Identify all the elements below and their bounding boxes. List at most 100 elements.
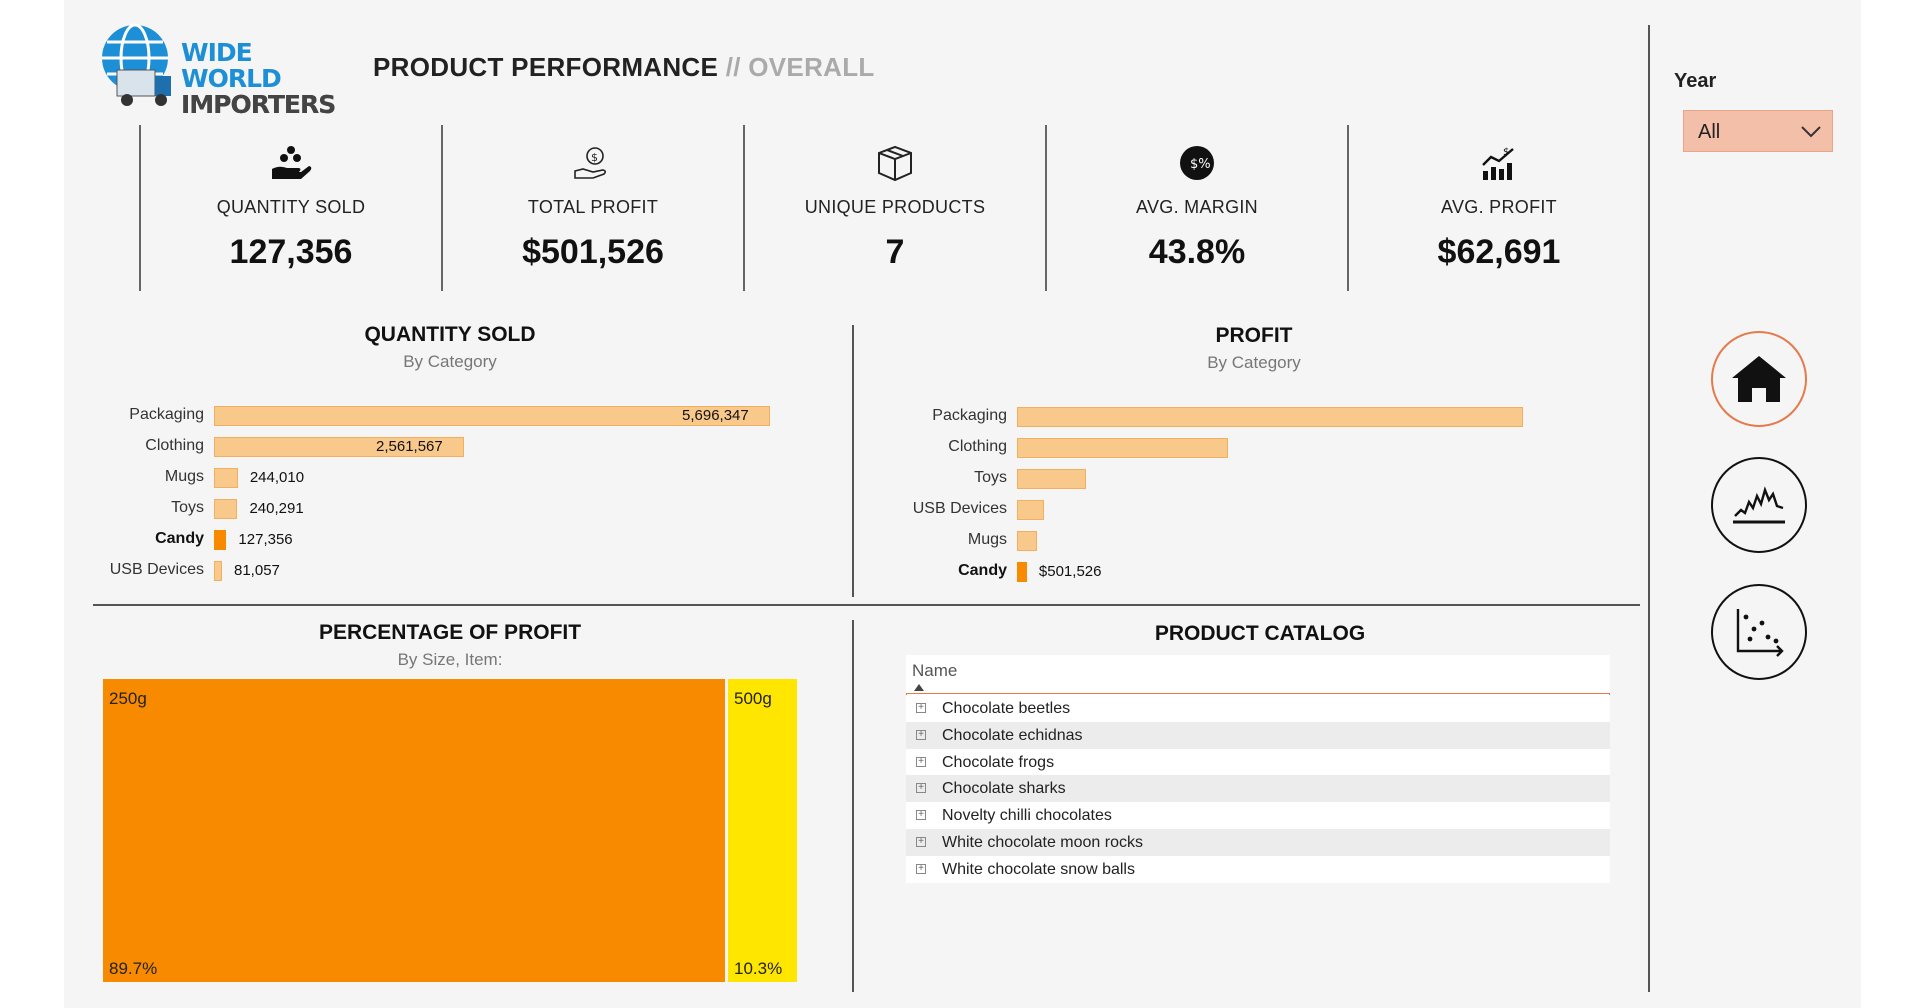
bar-value-label: 127,356 bbox=[238, 531, 293, 548]
bar-category-label: USB Devices bbox=[109, 561, 204, 578]
bar-value-label: 244,010 bbox=[249, 469, 305, 486]
kpi-avg-margin: $% AVG. MARGIN 43.8% bbox=[1047, 125, 1347, 291]
bar-category-label: Packaging bbox=[129, 406, 204, 423]
treemap-cell-value: 89.7% bbox=[109, 959, 158, 978]
dollar-hand-icon: $ bbox=[574, 147, 607, 179]
hand-coins-icon bbox=[272, 146, 312, 179]
table-row[interactable]: + White chocolate moon rocks bbox=[906, 829, 1610, 856]
bar bbox=[214, 468, 238, 488]
bar-value-label: $501,526 bbox=[1038, 563, 1102, 580]
quantity-chart-title: QUANTITY SOLD bbox=[364, 323, 536, 346]
page-title: PRODUCT PERFORMANCE // OVERALL bbox=[373, 52, 875, 83]
kpi-label: AVG. PROFIT bbox=[1441, 197, 1557, 217]
bar-category-label: Clothing bbox=[145, 437, 204, 454]
kpi-value: 43.8% bbox=[1148, 233, 1246, 271]
row-name: Chocolate frogs bbox=[942, 753, 1055, 771]
kpi-value: 127,356 bbox=[229, 233, 353, 271]
bar bbox=[1017, 438, 1229, 458]
kpi-value: 7 bbox=[885, 233, 905, 271]
divider-horizontal bbox=[93, 604, 1640, 606]
row-name: Chocolate sharks bbox=[942, 780, 1066, 798]
expand-icon[interactable]: + bbox=[916, 756, 926, 767]
svg-text:$: $ bbox=[591, 151, 598, 164]
treemap-cell-name: 500g bbox=[734, 689, 772, 708]
sort-ascending-icon[interactable] bbox=[914, 684, 924, 691]
svg-text:$%: $% bbox=[1190, 157, 1211, 172]
table-row[interactable]: + Chocolate frogs bbox=[906, 748, 1610, 776]
kpi-value: $62,691 bbox=[1437, 233, 1561, 271]
bar-value-label: 5,696,347 bbox=[682, 407, 749, 424]
bar bbox=[1017, 469, 1087, 489]
column-header-name[interactable]: Name bbox=[912, 661, 957, 681]
expand-icon[interactable]: + bbox=[916, 783, 926, 794]
profit-chart-title: PROFIT bbox=[1215, 324, 1293, 347]
bar-category-label: Mugs bbox=[164, 468, 204, 485]
bar-category-label: Mugs bbox=[967, 531, 1007, 548]
year-dropdown[interactable]: All bbox=[1683, 110, 1833, 152]
kpi-label: AVG. MARGIN bbox=[1136, 197, 1258, 217]
table-row[interactable]: + White chocolate snow balls bbox=[906, 855, 1610, 883]
treemap-cell: 250g 89.7% bbox=[103, 679, 725, 982]
expand-icon[interactable]: + bbox=[916, 837, 926, 847]
row-name: Novelty chilli chocolates bbox=[942, 807, 1112, 825]
kpi-unique-products: UNIQUE PRODUCTS 7 bbox=[745, 125, 1045, 291]
bar bbox=[1017, 531, 1037, 551]
kpi-label: QUANTITY SOLD bbox=[216, 197, 366, 217]
quantity-chart-subtitle: By Category bbox=[403, 352, 497, 371]
bar bbox=[1017, 407, 1523, 427]
bar-value-label: 2,561,567 bbox=[376, 438, 443, 455]
catalog-title: PRODUCT CATALOG bbox=[1154, 622, 1366, 645]
kpi-total-profit: $ TOTAL PROFIT $501,526 bbox=[443, 125, 743, 291]
table-row[interactable]: + Chocolate beetles bbox=[906, 695, 1610, 722]
profit-chart-subtitle: By Category bbox=[1207, 353, 1301, 372]
kpi-quantity-sold: QUANTITY SOLD 127,356 bbox=[141, 125, 441, 291]
expand-icon[interactable]: + bbox=[916, 703, 926, 713]
table-row[interactable]: + Chocolate sharks bbox=[906, 775, 1610, 803]
treemap-cell-name: 250g bbox=[109, 689, 147, 708]
nav-scatter-button[interactable] bbox=[1711, 584, 1807, 680]
bar bbox=[214, 561, 222, 581]
bar-value-label: 240,291 bbox=[249, 500, 304, 517]
box-icon bbox=[878, 145, 912, 182]
profit-chart-icon: $ bbox=[1482, 147, 1514, 180]
table-row[interactable]: + Novelty chilli chocolates bbox=[906, 802, 1610, 830]
treemap-subtitle: By Size, Item: bbox=[397, 650, 503, 669]
expand-icon[interactable]: + bbox=[916, 810, 926, 821]
table-row[interactable]: + Chocolate echidnas bbox=[906, 721, 1610, 749]
logo-line2: IMPORTERS bbox=[181, 90, 336, 119]
nav-trend-button[interactable] bbox=[1711, 457, 1807, 553]
bar-value-label: 81,057 bbox=[234, 562, 280, 579]
bar-category-label: Toys bbox=[974, 469, 1007, 486]
margin-icon: $% bbox=[1180, 146, 1214, 180]
divider-vertical bbox=[852, 620, 854, 992]
bar bbox=[214, 499, 238, 519]
kpi-label: UNIQUE PRODUCTS bbox=[804, 197, 986, 217]
kpi-avg-profit: $ AVG. PROFIT $62,691 bbox=[1349, 125, 1649, 291]
bar-category-label: Packaging bbox=[932, 407, 1007, 424]
kpi-label: TOTAL PROFIT bbox=[527, 197, 659, 217]
row-name: White chocolate moon rocks bbox=[942, 834, 1143, 851]
page-title-main: PRODUCT PERFORMANCE bbox=[373, 52, 719, 82]
divider-right-panel bbox=[1648, 25, 1650, 992]
page-title-suffix: // OVERALL bbox=[725, 52, 875, 82]
logo-line1: WIDE WORLD bbox=[181, 38, 282, 93]
bar-category-label: Clothing bbox=[948, 438, 1007, 455]
treemap-cell-value: 10.3% bbox=[734, 959, 783, 978]
scatter-chart-icon bbox=[1736, 609, 1784, 657]
treemap-cell: 500g 10.3% bbox=[728, 679, 797, 982]
year-filter-label: Year bbox=[1674, 70, 1717, 92]
expand-icon[interactable]: + bbox=[916, 729, 926, 740]
year-dropdown-value: All bbox=[1698, 121, 1721, 143]
row-name: White chocolate snow balls bbox=[942, 860, 1135, 878]
globe-truck-icon bbox=[102, 23, 171, 106]
logo: WIDE WORLD IMPORTERS bbox=[95, 22, 336, 118]
bar-category-label: Candy bbox=[958, 562, 1007, 579]
home-icon bbox=[1732, 356, 1786, 402]
bar bbox=[1017, 562, 1027, 582]
expand-icon[interactable]: + bbox=[916, 863, 926, 874]
nav-home-button[interactable] bbox=[1711, 331, 1807, 427]
bar-category-label: USB Devices bbox=[912, 500, 1007, 517]
line-chart-icon bbox=[1733, 486, 1785, 524]
bar bbox=[1017, 500, 1045, 520]
row-name: Chocolate beetles bbox=[942, 700, 1071, 717]
